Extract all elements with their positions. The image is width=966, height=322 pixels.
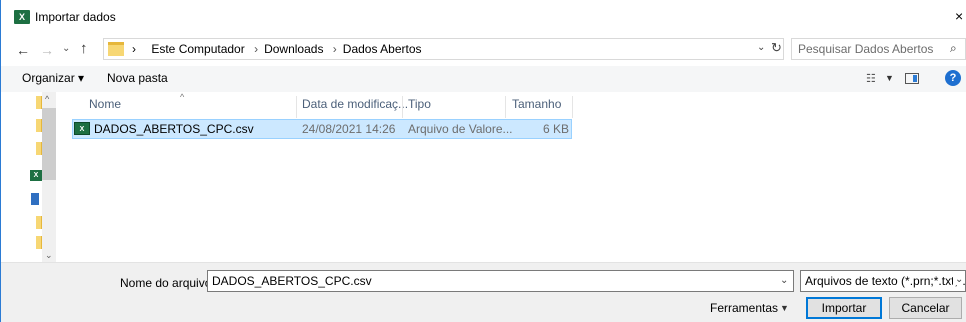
filter-dropdown-icon[interactable]: ⌄ bbox=[953, 274, 964, 285]
address-bar[interactable]: › Este Computador › Downloads › Dados Aber… bbox=[103, 38, 784, 60]
file-type-filter-value: Arquivos de texto (*.prn;*.txt;*.csv) bbox=[805, 274, 966, 288]
refresh-icon[interactable]: ↻ bbox=[771, 40, 782, 56]
address-dropdown-icon[interactable]: ⌄ bbox=[757, 42, 765, 53]
window-title: Importar dados bbox=[35, 10, 116, 24]
column-header-size[interactable]: Tamanho bbox=[512, 97, 561, 117]
network-building-icon[interactable] bbox=[31, 193, 39, 205]
forward-arrow-icon[interactable]: → bbox=[40, 42, 54, 58]
up-arrow-icon[interactable]: ↑ bbox=[80, 40, 88, 57]
file-name[interactable]: DADOS_ABERTOS_CPC.csv bbox=[94, 122, 254, 136]
column-divider[interactable] bbox=[402, 96, 403, 118]
file-type: Arquivo de Valore... bbox=[408, 122, 513, 136]
back-arrow-icon[interactable]: ← bbox=[16, 42, 30, 58]
title-bar bbox=[1, 0, 966, 32]
nav-scrollbar-thumb[interactable] bbox=[42, 108, 56, 180]
search-input[interactable]: Pesquisar Dados Abertos ⌕ bbox=[791, 38, 966, 60]
new-folder-button[interactable]: Nova pasta bbox=[107, 71, 168, 85]
column-header-modified[interactable]: Data de modificaç... bbox=[302, 97, 408, 117]
search-placeholder: Pesquisar Dados Abertos bbox=[798, 42, 934, 56]
tools-menu-button[interactable]: Ferramentas bbox=[710, 301, 778, 315]
crumb-separator: › bbox=[254, 42, 259, 56]
column-header-type[interactable]: Tipo bbox=[408, 97, 431, 117]
column-divider[interactable] bbox=[296, 96, 297, 118]
filename-value[interactable]: DADOS_ABERTOS_CPC.csv bbox=[212, 274, 372, 288]
breadcrumb: › Este Computador › Downloads › Dados Aber… bbox=[132, 42, 422, 56]
breadcrumb-item-dados-abertos[interactable]: Dados Abertos bbox=[343, 42, 422, 56]
column-divider[interactable] bbox=[572, 96, 573, 118]
import-button[interactable]: Importar bbox=[806, 297, 882, 319]
excel-icon: X bbox=[14, 10, 30, 24]
cancel-button[interactable]: Cancelar bbox=[889, 297, 962, 319]
help-icon[interactable]: ? bbox=[945, 70, 961, 86]
breadcrumb-item-este-computador[interactable]: Este Computador bbox=[151, 42, 244, 56]
crumb-separator: › bbox=[132, 42, 136, 56]
organize-menu-button[interactable]: Organizar ▾ bbox=[22, 71, 84, 85]
filename-dropdown-icon[interactable]: ⌄ bbox=[780, 275, 788, 286]
tools-dropdown-icon[interactable]: ▼ bbox=[780, 303, 789, 313]
file-modified: 24/08/2021 14:26 bbox=[302, 122, 396, 136]
file-type-filter-select[interactable]: Arquivos de texto (*.prn;*.txt;*.csv) ⌄ bbox=[800, 270, 966, 292]
preview-pane-icon[interactable] bbox=[905, 73, 919, 84]
sort-ascending-icon: ^ bbox=[180, 92, 185, 102]
folder-icon bbox=[108, 42, 124, 56]
csv-file-icon: X bbox=[74, 122, 90, 135]
scroll-down-icon[interactable]: ⌄ bbox=[45, 250, 53, 261]
filename-label: Nome do arquivo: bbox=[120, 276, 215, 290]
column-divider[interactable] bbox=[505, 96, 506, 118]
search-icon[interactable]: ⌕ bbox=[950, 41, 957, 56]
view-options-icon[interactable]: ☷ bbox=[866, 72, 876, 85]
scroll-up-icon[interactable]: ^ bbox=[45, 94, 49, 104]
filename-field[interactable]: DADOS_ABERTOS_CPC.csv ⌄ bbox=[207, 270, 794, 292]
crumb-separator: › bbox=[332, 42, 337, 56]
view-dropdown-icon[interactable]: ▼ bbox=[885, 73, 894, 83]
close-icon[interactable]: × bbox=[955, 8, 963, 24]
recent-locations-chevron-icon[interactable]: ⌄ bbox=[62, 43, 70, 54]
excel-icon[interactable]: X bbox=[30, 170, 42, 181]
column-header-name[interactable]: Nome bbox=[89, 97, 121, 117]
file-size: 6 KB bbox=[543, 122, 570, 136]
breadcrumb-item-downloads[interactable]: Downloads bbox=[264, 42, 323, 56]
